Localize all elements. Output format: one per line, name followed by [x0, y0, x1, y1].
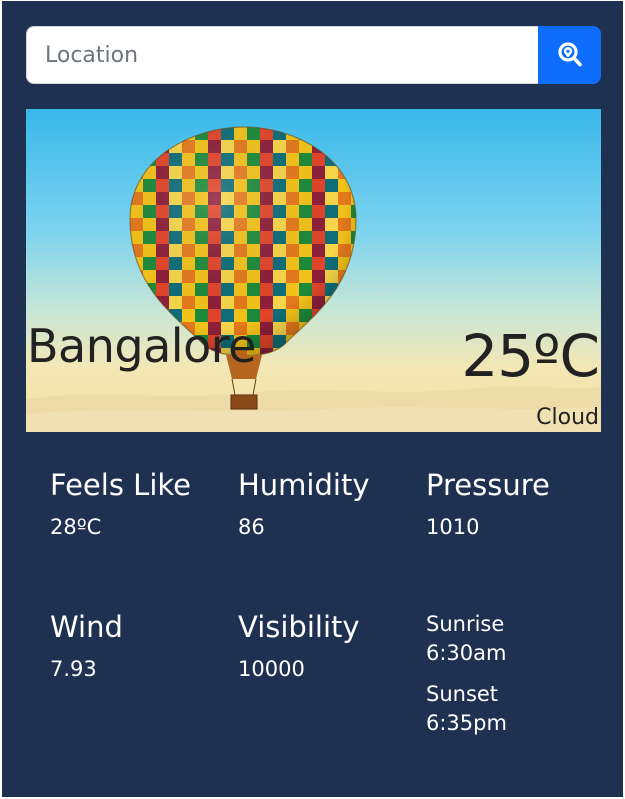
city-name: Bangalore: [27, 319, 256, 373]
location-search-icon: [557, 42, 582, 67]
wind-label: Wind: [50, 610, 123, 644]
visibility-label: Visibility: [238, 610, 360, 644]
humidity-label: Humidity: [238, 468, 370, 502]
search-bar: [26, 26, 601, 84]
pressure-stat: Pressure 1010: [426, 471, 550, 538]
visibility-value: 10000: [238, 657, 305, 681]
weather-app: Bangalore 25ºC Cloud Feels Like 28ºC Hum…: [2, 1, 623, 797]
sunrise-label: Sunrise: [426, 612, 505, 636]
feels-like-label: Feels Like: [50, 468, 191, 502]
pressure-value: 1010: [426, 515, 480, 539]
visibility-stat: Visibility 10000: [238, 613, 360, 680]
location-search-input[interactable]: [26, 26, 538, 84]
feels-like-value: 28ºC: [50, 515, 102, 539]
sunset-label: Sunset: [426, 682, 499, 706]
search-button[interactable]: [538, 26, 601, 84]
current-temperature: 25ºC: [461, 322, 600, 390]
humidity-stat: Humidity 86: [238, 471, 370, 538]
weather-condition: Cloud: [536, 405, 599, 430]
sunrise-time: 6:30am: [426, 641, 507, 665]
wind-stat: Wind 7.93: [50, 613, 123, 680]
humidity-value: 86: [238, 515, 265, 539]
weather-hero-image: Bangalore 25ºC Cloud: [26, 109, 601, 432]
wind-value: 7.93: [50, 657, 97, 681]
feels-like-stat: Feels Like 28ºC: [50, 471, 191, 538]
sunset-time: 6:35pm: [426, 711, 507, 735]
pressure-label: Pressure: [426, 468, 550, 502]
sun-times: Sunrise 6:30am Sunset 6:35pm: [426, 610, 507, 738]
